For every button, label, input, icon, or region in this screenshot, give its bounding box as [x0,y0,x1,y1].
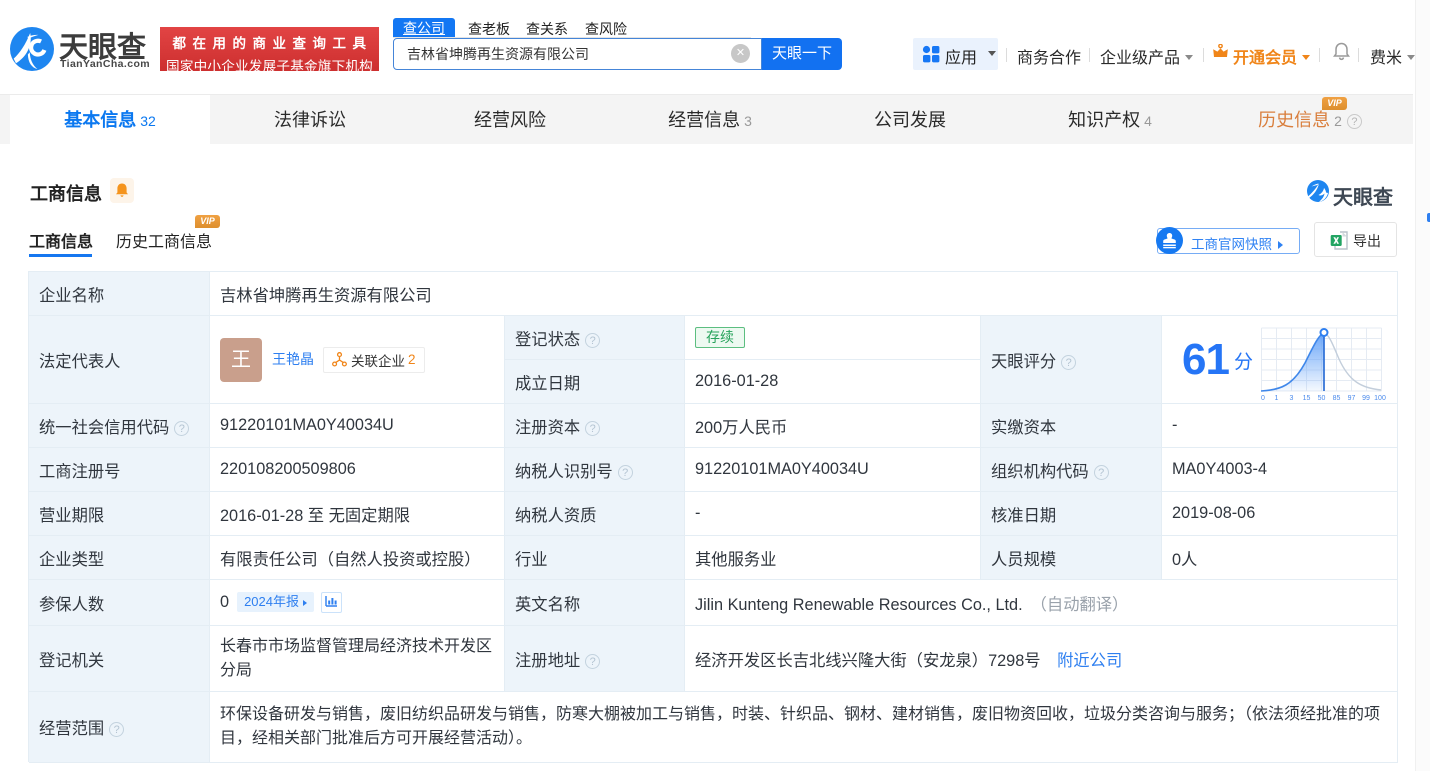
svg-text:0: 0 [1261,395,1265,401]
svg-text:3: 3 [1290,395,1294,401]
svg-text:99: 99 [1362,395,1370,401]
svg-text:85: 85 [1333,395,1341,401]
svg-text:1: 1 [1275,395,1279,401]
svg-text:50: 50 [1318,395,1326,401]
svg-text:100: 100 [1374,395,1386,401]
svg-text:97: 97 [1348,395,1356,401]
svg-text:15: 15 [1303,395,1311,401]
